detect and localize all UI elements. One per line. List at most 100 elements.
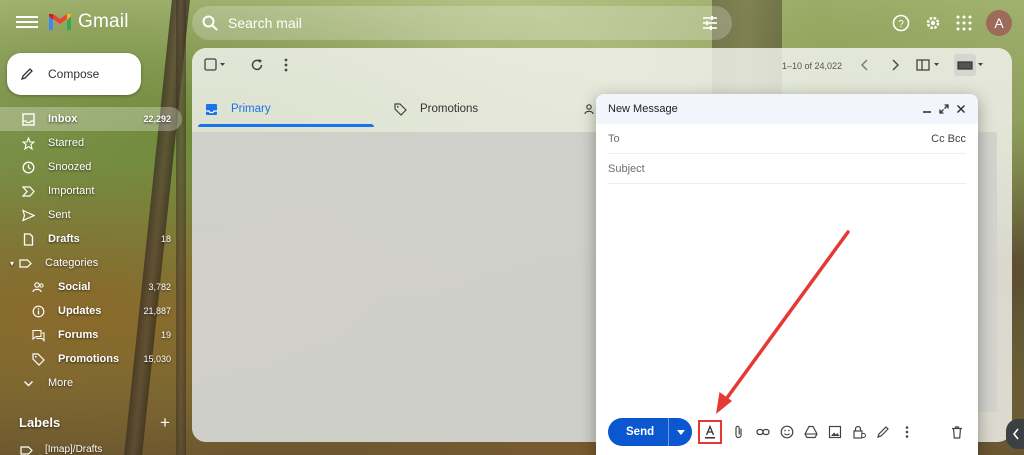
compose-header[interactable]: New Message [596, 94, 978, 124]
list-scrollbar[interactable] [977, 132, 997, 412]
message-list-area[interactable] [192, 132, 596, 442]
compose-tools [698, 420, 916, 444]
add-label-button[interactable]: + [160, 413, 170, 433]
sidebar-item-more[interactable]: More [0, 371, 182, 395]
tag-icon [30, 351, 46, 367]
sidebar-item-promotions[interactable]: Promotions 15,030 [0, 347, 182, 371]
sidebar-item-label: Promotions [58, 353, 120, 365]
send-options-button[interactable] [668, 418, 692, 446]
chevron-left-icon[interactable] [860, 58, 870, 72]
fullscreen-icon[interactable] [939, 104, 949, 114]
tab-label: Promotions [420, 103, 479, 115]
gmail-m-icon [49, 14, 71, 30]
refresh-icon[interactable] [250, 58, 264, 72]
label-item-imap-drafts[interactable]: [Imap]/Drafts [20, 444, 102, 455]
sidebar-item-inbox[interactable]: Inbox 22,292 [0, 107, 182, 131]
unread-count: 19 [160, 330, 171, 340]
main-menu-button[interactable] [16, 13, 38, 33]
compose-footer: Send [608, 417, 966, 447]
forum-icon [30, 327, 46, 343]
apps-grid-icon[interactable] [956, 15, 972, 31]
photo-icon[interactable] [826, 423, 844, 441]
label-icon [17, 255, 33, 271]
subject-field[interactable]: Subject [608, 154, 966, 184]
pencil-icon [20, 68, 33, 81]
tab-label: Primary [231, 103, 271, 115]
svg-text:?: ? [898, 19, 904, 30]
draft-icon [20, 231, 36, 247]
cc-bcc-link[interactable]: Cc Bcc [931, 133, 966, 145]
sidebar-item-sent[interactable]: Sent [0, 203, 182, 227]
chevron-left-icon [1012, 428, 1019, 440]
unread-count: 3,782 [148, 282, 171, 292]
help-icon[interactable]: ? [892, 14, 910, 32]
menu-icon [16, 16, 38, 18]
tab-primary[interactable]: Primary [198, 86, 374, 132]
caret-down-icon: ▾ [10, 258, 15, 268]
emoji-icon[interactable] [778, 423, 796, 441]
sidebar-item-label: Starred [48, 137, 85, 149]
more-options-icon[interactable] [898, 423, 916, 441]
input-tools-icon[interactable] [954, 54, 984, 76]
pagination-text: 1–10 of 24,022 [782, 61, 843, 71]
to-label: To [608, 132, 620, 145]
sidebar-item-label: Social [58, 281, 91, 293]
important-icon [20, 183, 36, 199]
sidebar-item-important[interactable]: Important [0, 179, 182, 203]
attach-icon[interactable] [730, 423, 748, 441]
unread-count: 15,030 [143, 354, 171, 364]
unread-count: 22,292 [143, 114, 171, 124]
sidebar-item-starred[interactable]: Starred [0, 131, 182, 155]
trash-icon[interactable] [948, 423, 966, 441]
formatting-options-button[interactable] [698, 420, 723, 444]
select-checkbox-icon[interactable] [204, 58, 226, 72]
drive-icon[interactable] [802, 423, 820, 441]
chevron-right-icon[interactable] [890, 58, 900, 72]
to-field[interactable]: To Cc Bcc [608, 124, 966, 154]
side-panel-toggle[interactable] [1006, 419, 1024, 449]
minimize-icon[interactable] [922, 104, 932, 114]
link-icon[interactable] [754, 423, 772, 441]
sidebar-item-categories[interactable]: ▾ Categories [0, 251, 182, 275]
draft-count: 18 [160, 234, 171, 244]
search-bar[interactable]: Search mail [192, 6, 732, 40]
tab-promotions[interactable]: Promotions [394, 86, 478, 132]
labels-heading: Labels [19, 415, 61, 430]
sidebar-item-drafts[interactable]: Drafts 18 [0, 227, 182, 251]
sidebar-item-social[interactable]: Social 3,782 [0, 275, 182, 299]
top-actions: ? A [892, 10, 1012, 36]
close-icon[interactable] [956, 104, 966, 114]
sidebar-nav: Inbox 22,292 Starred Snoozed Important S… [0, 107, 182, 395]
sidebar-item-label: Forums [58, 329, 99, 341]
caret-down-icon [676, 429, 685, 435]
unread-count: 21,887 [143, 306, 171, 316]
sidebar-item-updates[interactable]: Updates 21,887 [0, 299, 182, 323]
chevron-down-icon [20, 375, 36, 391]
compose-title: New Message [608, 103, 678, 115]
inbox-icon [20, 111, 36, 127]
top-bar: Gmail Search mail ? A [0, 0, 1024, 46]
people-icon [30, 279, 46, 295]
sidebar-item-snoozed[interactable]: Snoozed [0, 155, 182, 179]
subject-placeholder: Subject [608, 162, 645, 175]
confidential-lock-icon[interactable] [850, 423, 868, 441]
app-title: Gmail [78, 11, 129, 32]
account-avatar[interactable]: A [986, 10, 1012, 36]
gmail-logo[interactable]: Gmail [48, 11, 129, 33]
search-icon[interactable] [202, 15, 218, 31]
search-input[interactable]: Search mail [228, 15, 302, 31]
send-button[interactable]: Send [608, 426, 668, 438]
compose-button[interactable]: Compose [7, 53, 141, 95]
split-pane-icon[interactable] [916, 58, 942, 72]
more-vert-icon[interactable] [284, 58, 288, 72]
message-body[interactable] [608, 186, 966, 406]
signature-pen-icon[interactable] [874, 423, 892, 441]
search-options-icon[interactable] [702, 15, 718, 31]
sidebar-item-forums[interactable]: Forums 19 [0, 323, 182, 347]
list-toolbar: 1–10 of 24,022 [192, 48, 1012, 84]
sidebar-item-label: Important [48, 185, 95, 197]
sidebar-item-label: Snoozed [48, 161, 92, 173]
compose-label: Compose [48, 67, 100, 81]
settings-gear-icon[interactable] [924, 14, 942, 32]
compose-window: New Message To Cc Bcc Subject Send [596, 94, 978, 455]
